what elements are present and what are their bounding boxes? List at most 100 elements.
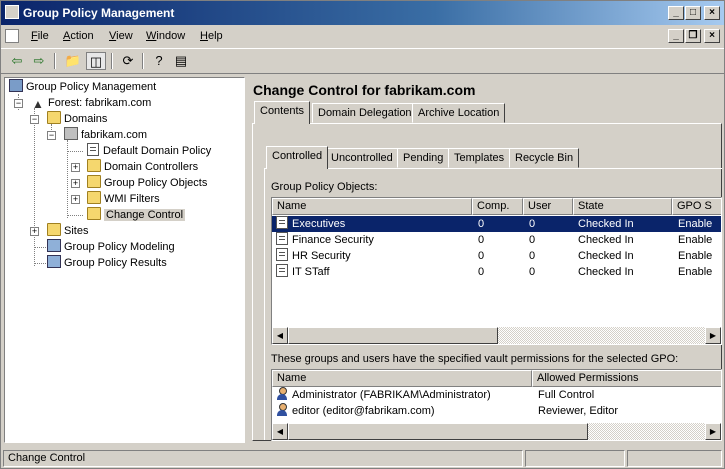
title-bar[interactable]: Group Policy Management _ □ ×: [1, 1, 724, 25]
col-allowed-permissions[interactable]: Allowed Permissions: [532, 370, 721, 387]
gpo-name: IT STaff: [292, 266, 330, 278]
main-window: Group Policy Management _ □ × File Actio…: [0, 0, 725, 469]
tab-pending[interactable]: Pending: [397, 148, 450, 168]
refresh-icon[interactable]: ⟳: [118, 52, 138, 70]
scroll-right-icon[interactable]: ▶: [705, 327, 721, 344]
permissions-horizontal-scrollbar[interactable]: ◀ ▶: [272, 423, 721, 440]
tab-uncontrolled[interactable]: Uncontrolled: [325, 148, 399, 168]
gpo-state: Checked In: [578, 218, 634, 230]
tree-item-fabrikam[interactable]: fabrikam.com: [64, 127, 147, 143]
allowed-permission: Full Control: [538, 389, 595, 401]
collapse-forest-icon[interactable]: −: [14, 99, 23, 108]
list-item[interactable]: editor (editor@fabrikam.com) Reviewer, E…: [272, 403, 721, 419]
maximize-button[interactable]: □: [685, 6, 701, 20]
gpo-horizontal-scrollbar[interactable]: ◀ ▶: [272, 327, 721, 344]
menu-view[interactable]: View: [109, 30, 133, 42]
tree-line: [34, 247, 48, 248]
folder-icon: [87, 159, 101, 172]
gpo-icon: [276, 264, 288, 277]
domains-icon: [47, 111, 61, 124]
tree-item-domains[interactable]: Domains: [47, 111, 107, 127]
gpo-name: Finance Security: [292, 234, 374, 246]
col-user[interactable]: User: [523, 198, 573, 215]
back-icon[interactable]: ⇦: [7, 52, 27, 70]
gpo-user: 0: [529, 250, 536, 262]
close-button[interactable]: ×: [704, 6, 720, 20]
tab-templates[interactable]: Templates: [448, 148, 511, 168]
gpo-icon: [276, 216, 288, 229]
gpo-name: Executives: [292, 218, 346, 230]
gpo-comp: 0: [478, 266, 485, 278]
tree-item-wmi-filters[interactable]: WMI Filters: [87, 191, 160, 207]
expand-wmi-filters-icon[interactable]: +: [71, 195, 80, 204]
scroll-left-icon[interactable]: ◀: [272, 327, 288, 344]
col-comp[interactable]: Comp.: [472, 198, 523, 215]
expand-gpo-icon[interactable]: +: [71, 179, 80, 188]
table-row[interactable]: Finance Security 0 0 Checked In Enable: [272, 232, 721, 248]
doc-icon: [5, 29, 19, 43]
table-row[interactable]: IT STaff 0 0 Checked In Enable: [272, 264, 721, 280]
col-gpo-status[interactable]: GPO S: [672, 198, 721, 215]
list-item[interactable]: Administrator (FABRIKAM\Administrator) F…: [272, 387, 721, 403]
expand-sites-icon[interactable]: +: [30, 227, 39, 236]
folder-icon: [87, 175, 101, 188]
gpo-list[interactable]: Name Comp. User State GPO S Executives 0…: [271, 197, 722, 345]
child-restore-button[interactable]: ❐: [685, 29, 701, 43]
collapse-domain-icon[interactable]: −: [47, 131, 56, 140]
tree-line: [34, 263, 48, 264]
tab-contents[interactable]: Contents: [254, 101, 311, 124]
table-row[interactable]: Executives 0 0 Checked In Enable: [272, 216, 721, 232]
tree-item-default-domain-policy[interactable]: Default Domain Policy: [87, 143, 211, 159]
table-row[interactable]: HR Security 0 0 Checked In Enable: [272, 248, 721, 264]
tab-controlled[interactable]: Controlled: [266, 146, 329, 169]
tree-item-sites[interactable]: Sites: [47, 223, 88, 239]
principal-name: editor (editor@fabrikam.com): [292, 405, 435, 417]
help-icon[interactable]: ?: [149, 52, 169, 70]
menu-help[interactable]: Help: [200, 30, 223, 42]
col-perm-name[interactable]: Name: [272, 370, 532, 387]
menu-action[interactable]: Action: [63, 30, 94, 42]
scroll-right-icon[interactable]: ▶: [705, 423, 721, 440]
forward-icon[interactable]: ⇨: [29, 52, 49, 70]
status-panel-3: [627, 450, 722, 467]
allowed-permission: Reviewer, Editor: [538, 405, 619, 417]
menu-file[interactable]: File: [31, 30, 49, 42]
tree-item-group-policy-objects[interactable]: Group Policy Objects: [87, 175, 207, 191]
menu-window[interactable]: Window: [146, 30, 185, 42]
tab-archive-location[interactable]: Archive Location: [412, 103, 506, 123]
collapse-domains-icon[interactable]: −: [30, 115, 39, 124]
tree-item-gpmc[interactable]: Group Policy Management: [9, 79, 156, 95]
domain-icon: [64, 127, 78, 140]
show-tree-icon[interactable]: ◫: [86, 52, 106, 70]
tab-recycle-bin[interactable]: Recycle Bin: [509, 148, 580, 168]
col-state[interactable]: State: [573, 198, 672, 215]
child-minimize-button[interactable]: _: [668, 29, 684, 43]
tree-item-forest[interactable]: ▲ Forest: fabrikam.com: [31, 95, 151, 111]
status-bar: Change Control: [1, 448, 724, 468]
toolbar: ⇦ ⇨ 📁 ◫ ⟳ ? ▤: [1, 48, 724, 74]
gpo-comp: 0: [478, 218, 485, 230]
scroll-left-icon[interactable]: ◀: [272, 423, 288, 440]
status-panel-2: [525, 450, 625, 467]
toolbar-separator: [142, 53, 144, 69]
gpo-state: Checked In: [578, 250, 634, 262]
col-name[interactable]: Name: [272, 198, 472, 215]
up-folder-icon[interactable]: 📁: [63, 52, 83, 70]
properties-icon[interactable]: ▤: [171, 52, 191, 70]
tree-item-gp-modeling[interactable]: Group Policy Modeling: [47, 239, 175, 255]
permissions-list[interactable]: Name Allowed Permissions Administrator (…: [271, 369, 722, 441]
console-tree[interactable]: Group Policy Management − ▲ Forest: fabri…: [4, 77, 245, 443]
child-close-button[interactable]: ×: [704, 29, 720, 43]
tree-item-change-control[interactable]: Change Control: [87, 207, 186, 223]
tab-domain-delegation[interactable]: Domain Delegation: [312, 103, 418, 123]
minimize-button[interactable]: _: [668, 6, 684, 20]
tree-item-domain-controllers[interactable]: Domain Controllers: [87, 159, 198, 175]
forest-icon: ▲: [32, 97, 44, 111]
expand-domain-controllers-icon[interactable]: +: [71, 163, 80, 172]
controlled-panel: Group Policy Objects: Name Comp. User St…: [264, 168, 722, 441]
scroll-thumb[interactable]: [288, 327, 498, 344]
gpo-user: 0: [529, 266, 536, 278]
gpo-icon: [276, 248, 288, 261]
scroll-thumb[interactable]: [288, 423, 588, 440]
tree-item-gp-results[interactable]: Group Policy Results: [47, 255, 167, 271]
